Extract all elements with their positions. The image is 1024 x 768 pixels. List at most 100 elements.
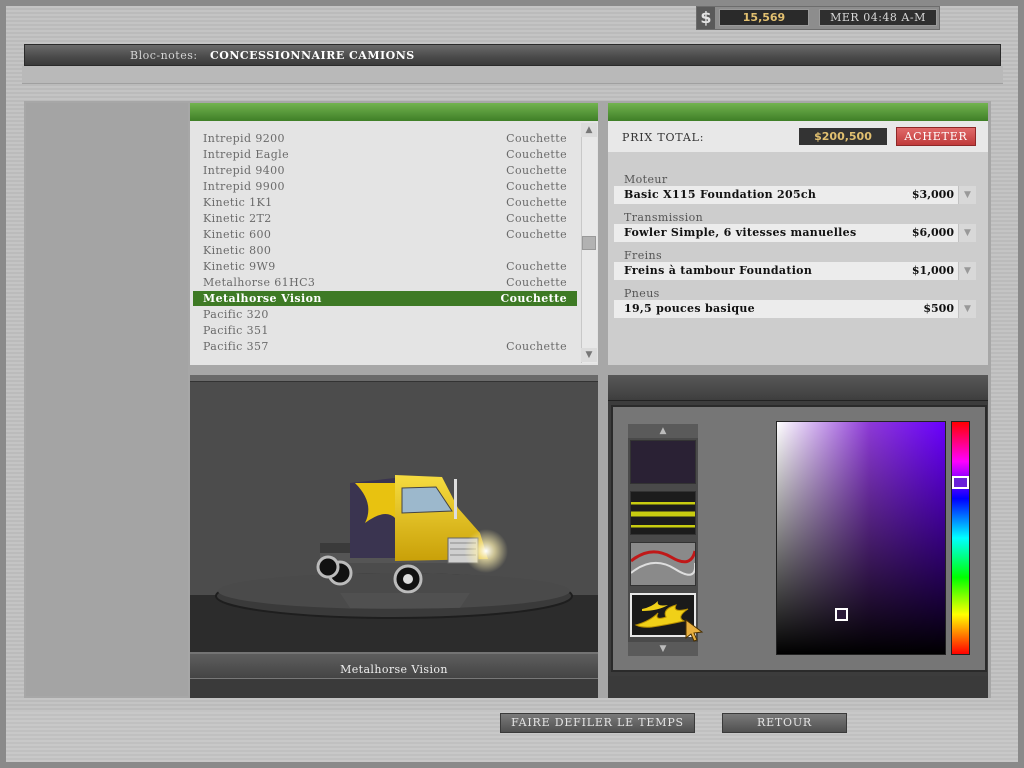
swatch-scroll-down[interactable]: ▼ [628, 642, 698, 656]
component-category-label: Transmission [624, 211, 704, 224]
truck-list-item[interactable]: Pacific 351 [193, 323, 577, 338]
truck-model-name: Intrepid Eagle [203, 148, 289, 161]
truck-list-item[interactable]: Intrepid 9200 Couchette [193, 131, 577, 146]
truck-list-item[interactable]: Pacific 320 [193, 307, 577, 322]
money-display: 15,569 [719, 9, 809, 26]
truck-list-item[interactable]: Kinetic 800 [193, 243, 577, 258]
color-picker-marker[interactable] [835, 608, 848, 621]
truck-list-item[interactable]: Intrepid 9400 Couchette [193, 163, 577, 178]
truck-cab-type: Couchette [506, 212, 567, 225]
truck-preview-image[interactable] [190, 383, 598, 651]
notepad-underline [22, 66, 1003, 84]
truck-list-item[interactable]: Kinetic 2T2 Couchette [193, 211, 577, 226]
chevron-down-icon[interactable]: ▼ [958, 300, 976, 318]
truck-model-name: Pacific 320 [203, 308, 269, 321]
truck-model-name: Intrepid 9200 [203, 132, 285, 145]
truck-list-item[interactable]: Intrepid Eagle Couchette [193, 147, 577, 162]
preview-top-bar [190, 375, 598, 382]
buy-button[interactable]: ACHETER [896, 127, 976, 146]
truck-model-name: Kinetic 2T2 [203, 212, 272, 225]
truck-cab-type: Couchette [506, 180, 567, 193]
paint-scheme-stripes[interactable] [630, 491, 696, 535]
truck-model-name: Kinetic 600 [203, 228, 272, 241]
component-name: Fowler Simple, 6 vitesses manuelles [624, 226, 857, 239]
truck-cab-type: Couchette [506, 196, 567, 209]
truck-reflection [340, 593, 470, 608]
swoosh-icon [630, 550, 697, 576]
scroll-up-button[interactable]: ▲ [581, 123, 597, 137]
preview-truck-name: Metalhorse Vision [340, 663, 448, 676]
paint-scheme-swoosh[interactable] [630, 542, 697, 586]
window-right-edge [1018, 0, 1024, 768]
rear-wheel-2 [316, 555, 340, 579]
mouse-cursor-icon [685, 619, 704, 642]
total-price-value: $200,500 [799, 128, 887, 145]
truck-list-item[interactable]: Metalhorse Vision Couchette [193, 291, 577, 306]
truck-cab-type: Couchette [506, 228, 567, 241]
truck-model-name: Pacific 351 [203, 324, 269, 337]
window-left-edge [0, 0, 6, 768]
price-panel-header [608, 103, 988, 121]
component-category-label: Moteur [624, 173, 668, 186]
chevron-down-icon[interactable]: ▼ [958, 224, 976, 242]
truck-model-name: Kinetic 1K1 [203, 196, 273, 209]
component-price: $6,000 [911, 226, 954, 239]
exhaust-stack [454, 479, 457, 519]
truck-cab-type: Couchette [500, 292, 567, 305]
component-price: $3,000 [911, 188, 954, 201]
truck-model-name: Kinetic 9W9 [203, 260, 276, 273]
preview-bottom-bar [190, 678, 598, 698]
chevron-down-icon[interactable]: ▼ [958, 262, 976, 280]
component-name: Freins à tambour Foundation [624, 264, 813, 277]
truck-model-name: Pacific 357 [203, 340, 269, 353]
component-category-label: Pneus [624, 287, 660, 300]
truck-cab-type: Couchette [506, 132, 567, 145]
truck-list-item[interactable]: Kinetic 600 Couchette [193, 227, 577, 242]
truck-cab-type: Couchette [506, 148, 567, 161]
notepad-label: Bloc-notes: [130, 49, 198, 62]
truck-list-item[interactable]: Kinetic 1K1 Couchette [193, 195, 577, 210]
component-category-label: Freins [624, 249, 663, 262]
chevron-down-icon[interactable]: ▼ [958, 186, 976, 204]
truck-cab-type: Couchette [506, 276, 567, 289]
back-button[interactable]: RETOUR [722, 713, 847, 733]
triangle-down-icon: ▼ [659, 644, 667, 654]
left-column [26, 103, 188, 696]
dollar-icon: $ [697, 7, 715, 29]
truck-model-name: Metalhorse 61HC3 [203, 276, 316, 289]
truck-list-item[interactable]: Pacific 357 Couchette [193, 339, 577, 354]
notepad-title: CONCESSIONNAIRE CAMIONS [210, 49, 415, 62]
headlight-glow [464, 529, 508, 573]
hue-slider-handle[interactable] [952, 476, 969, 489]
clock-display: MER 04:48 A-M [819, 9, 937, 26]
component-price: $1,000 [911, 264, 954, 277]
truck-cab-type: Couchette [506, 340, 567, 353]
triangle-up-icon: ▲ [659, 426, 667, 436]
truck-cab-type: Couchette [506, 260, 567, 273]
truck-model-name: Intrepid 9400 [203, 164, 285, 177]
scroll-down-button[interactable]: ▼ [581, 348, 597, 362]
bottom-edge [0, 762, 1024, 768]
truck-cab-type: Couchette [506, 164, 567, 177]
hue-slider[interactable] [951, 421, 970, 655]
truck-model-name: Kinetic 800 [203, 244, 272, 257]
scroll-thumb[interactable] [582, 236, 596, 250]
triangle-up-icon: ▲ [585, 125, 593, 135]
truck-model-name: Intrepid 9900 [203, 180, 285, 193]
color-saturation-picker[interactable] [776, 421, 946, 655]
truck-model-name: Metalhorse Vision [203, 292, 322, 305]
scroll-time-button[interactable]: FAIRE DEFILER LE TEMPS [500, 713, 695, 733]
paint-panel-header [608, 375, 988, 401]
truck-list-header [190, 103, 598, 121]
truck-list-item[interactable]: Intrepid 9900 Couchette [193, 179, 577, 194]
paint-scheme-solid[interactable] [630, 440, 696, 484]
swatch-scroll-up[interactable]: ▲ [628, 424, 698, 438]
total-price-label: PRIX TOTAL: [622, 131, 705, 144]
paint-panel-footer [608, 676, 988, 698]
component-name: 19,5 pouces basique [624, 302, 755, 315]
component-price: $500 [923, 302, 954, 315]
triangle-down-icon: ▼ [585, 350, 593, 360]
component-name: Basic X115 Foundation 205ch [624, 188, 817, 201]
truck-list-item[interactable]: Kinetic 9W9 Couchette [193, 259, 577, 274]
truck-list-item[interactable]: Metalhorse 61HC3 Couchette [193, 275, 577, 290]
